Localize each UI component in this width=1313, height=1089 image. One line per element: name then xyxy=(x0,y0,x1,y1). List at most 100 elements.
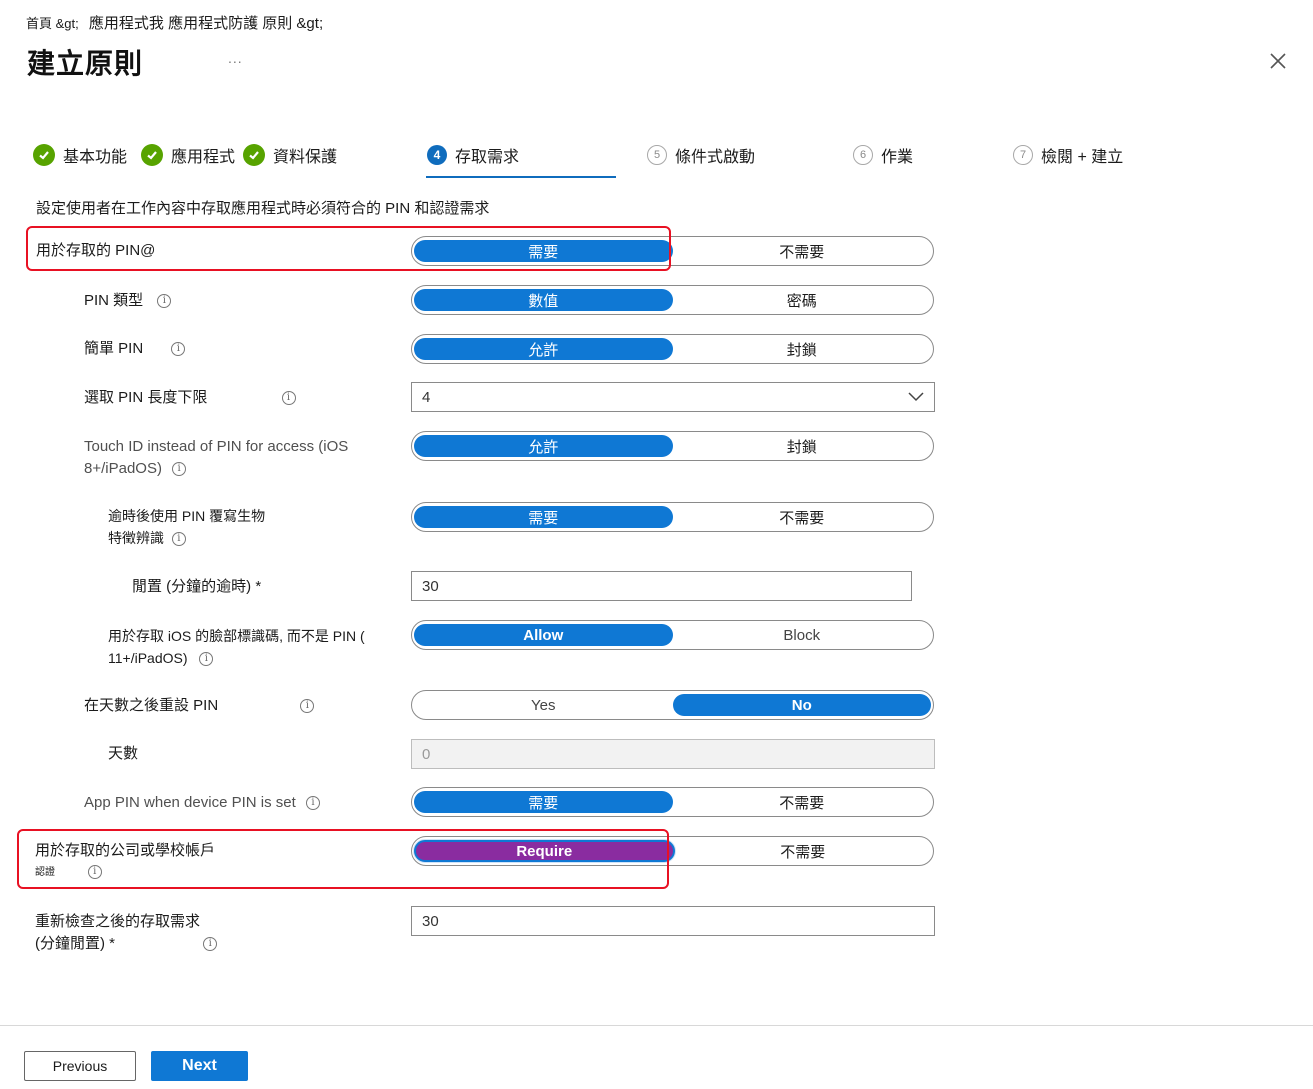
touch-id-text-1: Touch ID instead of PIN for access (iOS xyxy=(84,438,349,455)
face-id-text-1: 用於存取 iOS 的臉部標識碼, 而不是 PIN ( xyxy=(108,628,365,644)
option-block[interactable]: Block xyxy=(673,624,932,646)
face-id-text-2: 11+/iPadOS) xyxy=(108,650,188,666)
step-basics[interactable]: 基本功能 xyxy=(33,140,127,170)
face-id-toggle: Allow Block xyxy=(411,620,934,650)
min-pin-length-dropdown[interactable]: 4 xyxy=(411,382,935,412)
option-not-required[interactable]: 不需要 xyxy=(673,506,932,528)
face-id-label: 用於存取 iOS 的臉部標識碼, 而不是 PIN ( 11+/iPadOS) i xyxy=(108,625,365,669)
pin-type-toggle: 數值 密碼 xyxy=(411,285,934,315)
info-icon[interactable]: i xyxy=(171,342,186,357)
info-icon[interactable]: i xyxy=(203,937,218,952)
simple-pin-text: 簡單 PIN xyxy=(84,340,144,357)
pin-reset-toggle: Yes No xyxy=(411,690,934,720)
chevron-down-icon xyxy=(908,392,924,402)
step-label: 基本功能 xyxy=(63,149,128,166)
info-icon[interactable]: i xyxy=(171,532,186,547)
option-require[interactable]: 需要 xyxy=(414,240,673,262)
option-allow[interactable]: Allow xyxy=(414,624,673,646)
option-allow[interactable]: 允許 xyxy=(414,435,673,457)
step-label: 應用程式 xyxy=(171,149,236,166)
override-biometrics-text-1: 逾時後使用 PIN 覆寫生物 xyxy=(108,508,266,524)
override-biometrics-label: 逾時後使用 PIN 覆寫生物 特徵辨識 i xyxy=(108,505,265,549)
step-access-requirements[interactable]: 4 存取需求 xyxy=(427,140,519,170)
app-pin-device-pin-text: App PIN when device PIN is set xyxy=(84,794,296,811)
touch-id-toggle: 允許 封鎖 xyxy=(411,431,934,461)
step-data-protection[interactable]: 資料保護 xyxy=(243,140,337,170)
simple-pin-label: 簡單 PIN i xyxy=(84,338,186,360)
next-button[interactable]: Next xyxy=(151,1051,248,1081)
work-account-creds-label: 用於存取的公司或學校帳戶 認證 i xyxy=(35,840,215,884)
breadcrumb-path[interactable]: 應用程式我 應用程式防護 原則 &gt; xyxy=(89,15,323,32)
step-apps[interactable]: 應用程式 xyxy=(141,140,235,170)
override-biometrics-toggle: 需要 不需要 xyxy=(411,502,934,532)
days-label: 天數 xyxy=(108,745,139,762)
option-yes[interactable]: Yes xyxy=(414,694,673,716)
override-biometrics-text-2: 特徵辨識 xyxy=(108,530,164,546)
app-pin-device-pin-label: App PIN when device PIN is set i xyxy=(84,792,320,814)
info-icon[interactable]: i xyxy=(281,391,296,406)
pin-reset-label: 在天數之後重設 PIN i xyxy=(84,695,315,717)
pin-for-access-label: 用於存取的 PIN@ xyxy=(36,242,156,259)
step-number-badge: 4 xyxy=(427,145,447,165)
option-numeric[interactable]: 數值 xyxy=(414,289,673,311)
step-assignments[interactable]: 6 作業 xyxy=(853,140,913,170)
previous-button[interactable]: Previous xyxy=(24,1051,136,1081)
info-icon[interactable]: i xyxy=(199,652,214,667)
info-icon[interactable]: i xyxy=(87,865,102,880)
option-not-required[interactable]: 不需要 xyxy=(673,240,932,262)
check-icon xyxy=(141,144,163,166)
days-input[interactable]: 0 xyxy=(411,739,935,769)
pin-type-label: PIN 類型 i xyxy=(84,290,172,312)
footer-divider xyxy=(0,1025,1313,1026)
option-require[interactable]: 需要 xyxy=(414,791,673,813)
simple-pin-toggle: 允許 封鎖 xyxy=(411,334,934,364)
step-review-create[interactable]: 7 檢閱 + 建立 xyxy=(1013,140,1123,170)
min-pin-length-text: 選取 PIN 長度下限 xyxy=(84,389,208,406)
wizard-steps: 基本功能 應用程式 資料保護 4 存取需求 5 條件式啟動 6 作業 7 檢閱 … xyxy=(0,140,1313,180)
option-block[interactable]: 封鎖 xyxy=(673,338,932,360)
step-number-badge: 5 xyxy=(647,145,667,165)
recheck-text-2: (分鐘閒置) * xyxy=(35,935,115,952)
touch-id-text-2: 8+/iPadOS) xyxy=(84,460,162,477)
step-label: 作業 xyxy=(881,149,914,166)
step-label: 條件式啟動 xyxy=(675,149,756,166)
step-label: 資料保護 xyxy=(273,149,338,166)
pin-type-text: PIN 類型 xyxy=(84,292,144,309)
step-label: 存取需求 xyxy=(455,149,520,166)
info-icon[interactable]: i xyxy=(172,462,187,477)
option-passcode[interactable]: 密碼 xyxy=(673,289,932,311)
option-block[interactable]: 封鎖 xyxy=(673,435,932,457)
recheck-input[interactable]: 30 xyxy=(411,906,935,936)
pin-reset-text: 在天數之後重設 PIN xyxy=(84,697,219,714)
work-account-creds-toggle: Require 不需要 xyxy=(411,836,934,866)
step-conditional-launch[interactable]: 5 條件式啟動 xyxy=(647,140,755,170)
check-icon xyxy=(243,144,265,166)
close-icon xyxy=(1270,53,1286,69)
work-account-creds-text-2: 認證 xyxy=(35,867,55,878)
info-icon[interactable]: i xyxy=(157,294,172,309)
option-require[interactable]: 需要 xyxy=(414,506,673,528)
more-options-button[interactable]: ... xyxy=(228,50,243,66)
option-not-required[interactable]: 不需要 xyxy=(673,791,932,813)
pin-for-access-toggle: 需要 不需要 xyxy=(411,236,934,266)
section-description: 設定使用者在工作內容中存取應用程式時必須符合的 PIN 和認證需求 xyxy=(36,200,490,217)
step-number-badge: 6 xyxy=(853,145,873,165)
recheck-label: 重新檢查之後的存取需求 (分鐘閒置) * i xyxy=(35,911,218,955)
recheck-text-1: 重新檢查之後的存取需求 xyxy=(35,913,201,930)
touch-id-label: Touch ID instead of PIN for access (iOS … xyxy=(84,436,348,480)
option-require[interactable]: Require xyxy=(414,840,675,862)
info-icon[interactable]: i xyxy=(305,796,320,811)
info-icon[interactable]: i xyxy=(300,699,315,714)
current-step-indicator xyxy=(426,176,616,178)
option-allow[interactable]: 允許 xyxy=(414,338,673,360)
breadcrumb-home[interactable]: 首頁 &gt; xyxy=(26,16,79,31)
check-icon xyxy=(33,144,55,166)
page-title: 建立原則 xyxy=(27,48,144,79)
timeout-input[interactable]: 30 xyxy=(411,571,912,601)
option-no[interactable]: No xyxy=(672,694,931,716)
close-button[interactable] xyxy=(1266,49,1290,73)
step-label: 檢閱 + 建立 xyxy=(1041,149,1124,166)
step-number-badge: 7 xyxy=(1013,145,1033,165)
option-not-required[interactable]: 不需要 xyxy=(675,840,932,862)
timeout-label: 閒置 (分鐘的逾時) * xyxy=(132,578,262,595)
